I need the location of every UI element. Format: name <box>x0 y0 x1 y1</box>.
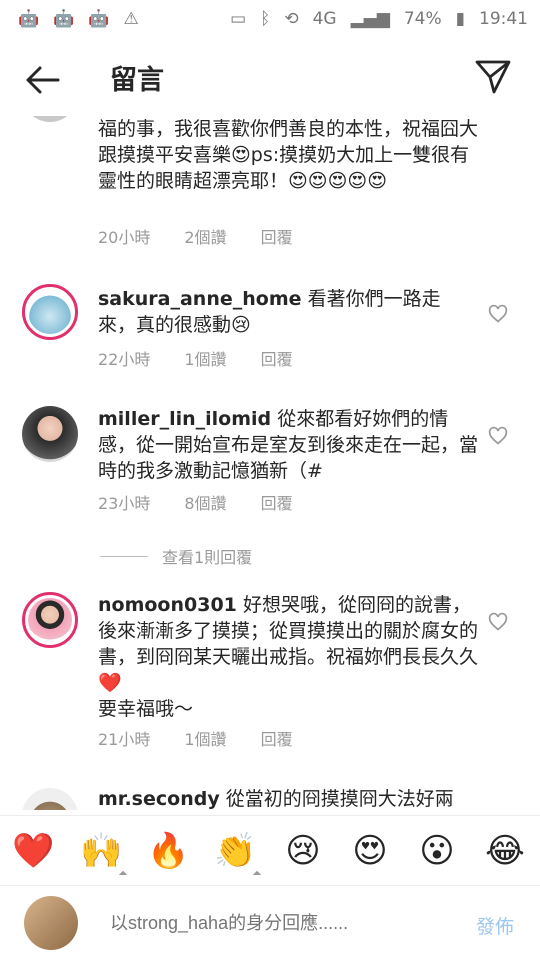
reply-link[interactable]: 回覆 <box>261 346 293 370</box>
divider <box>100 555 148 557</box>
comment-likes[interactable]: 8個讚 <box>184 490 226 514</box>
clapping-emoji-icon[interactable]: 👏 <box>214 830 262 880</box>
reply-input[interactable] <box>108 912 432 935</box>
status-bar: 🤖 🤖 🤖 ⚠ ▭ ᛒ ⟲ 4G ▂▄▆ 74% ▮ 19:41 <box>0 0 540 38</box>
heart-eyes-emoji-icon[interactable]: 😍 <box>349 830 391 872</box>
surprised-emoji-icon[interactable]: 😮 <box>416 830 458 872</box>
comment-text: 福的事，我很喜歡你們善良的本性，祝福囧大跟摸摸平安喜樂😍ps:摸摸奶大加上一雙很… <box>98 118 479 192</box>
comment-likes[interactable]: 1個讚 <box>184 346 226 370</box>
warning-icon: ⚠ <box>123 9 139 29</box>
comment-meta: 23小時 8個讚 回覆 <box>98 490 293 514</box>
comment-time: 22小時 <box>98 350 151 369</box>
comment-text: nomoon0301 好想哭哦，從冏冏的說書，後來漸漸多了摸摸；從買摸摸出的關於… <box>98 594 479 720</box>
fire-emoji-icon[interactable]: 🔥 <box>147 830 189 872</box>
battery-percent: 74% <box>403 9 442 29</box>
reply-link[interactable]: 回覆 <box>261 490 293 514</box>
comment-username[interactable]: miller_lin_ilomid <box>98 408 271 430</box>
like-heart-icon[interactable] <box>488 304 508 324</box>
android-icon: 🤖 <box>88 9 110 29</box>
android-icon: 🤖 <box>53 9 75 29</box>
comment-username[interactable]: sakura_anne_home <box>98 288 302 310</box>
signal-icon: ▂▄▆ <box>350 9 390 29</box>
emoji-bar: ❤️ 🙌 🔥 👏 😢 😍 😮 😂 <box>0 815 540 886</box>
comment-time: 20小時 <box>98 228 151 247</box>
current-user-avatar <box>24 896 78 950</box>
crying-emoji-icon[interactable]: 😢 <box>282 830 324 872</box>
rotate-icon: ⟲ <box>284 9 299 29</box>
clock: 19:41 <box>479 9 528 29</box>
avatar[interactable] <box>22 788 78 810</box>
comment-text: miller_lin_ilomid 從來都看好妳們的情感，從一開始宣布是室友到後… <box>98 408 479 482</box>
comment-time: 21小時 <box>98 730 151 749</box>
reply-link[interactable]: 回覆 <box>261 726 293 750</box>
view-replies-link[interactable]: 查看1則回覆 <box>100 544 252 568</box>
like-heart-icon[interactable] <box>488 612 508 632</box>
network-type: 4G <box>312 9 337 29</box>
notification-icons: 🤖 🤖 🤖 ⚠ <box>18 9 139 29</box>
comment-time: 23小時 <box>98 494 151 513</box>
comment-text: mr.secondy 從當初的冏摸摸冏大法好兩 <box>98 788 454 810</box>
bluetooth-icon: ᛒ <box>260 9 271 29</box>
system-icons: ▭ ᛒ ⟲ 4G ▂▄▆ 74% ▮ 19:41 <box>230 9 528 29</box>
comment-list[interactable]: 福的事，我很喜歡你們善良的本性，祝福囧大跟摸摸平安喜樂😍ps:摸摸奶大加上一雙很… <box>0 116 540 810</box>
android-icon: 🤖 <box>18 9 40 29</box>
raising-hands-emoji-icon[interactable]: 🙌 <box>80 830 128 880</box>
avatar[interactable] <box>22 116 78 122</box>
post-button[interactable]: 發佈 <box>476 912 514 939</box>
comment-likes[interactable]: 2個讚 <box>184 224 226 248</box>
send-icon[interactable] <box>474 58 512 96</box>
cast-icon: ▭ <box>230 9 247 29</box>
comment-meta: 21小時 1個讚 回覆 <box>98 726 293 750</box>
laughing-emoji-icon[interactable]: 😂 <box>484 830 526 872</box>
comment-likes[interactable]: 1個讚 <box>184 726 226 750</box>
like-heart-icon[interactable] <box>488 426 508 446</box>
back-arrow-icon[interactable] <box>22 60 62 100</box>
heart-emoji-icon[interactable]: ❤️ <box>12 830 54 872</box>
page-title: 留言 <box>110 65 164 96</box>
comment-meta: 22小時 1個讚 回覆 <box>98 346 293 370</box>
comment-username[interactable]: mr.secondy <box>98 788 220 810</box>
avatar[interactable] <box>22 284 78 340</box>
battery-icon: ▮ <box>455 9 465 29</box>
reply-bar: 發佈 <box>0 885 540 961</box>
avatar[interactable] <box>22 406 78 462</box>
comment-meta: 20小時 2個讚 回覆 <box>98 224 293 248</box>
comment-text: sakura_anne_home 看著你們一路走來，真的很感動😢 <box>98 288 441 336</box>
avatar[interactable] <box>22 592 78 648</box>
reply-link[interactable]: 回覆 <box>261 224 293 248</box>
header: 留言 <box>0 38 540 120</box>
comment-username[interactable]: nomoon0301 <box>98 594 237 616</box>
